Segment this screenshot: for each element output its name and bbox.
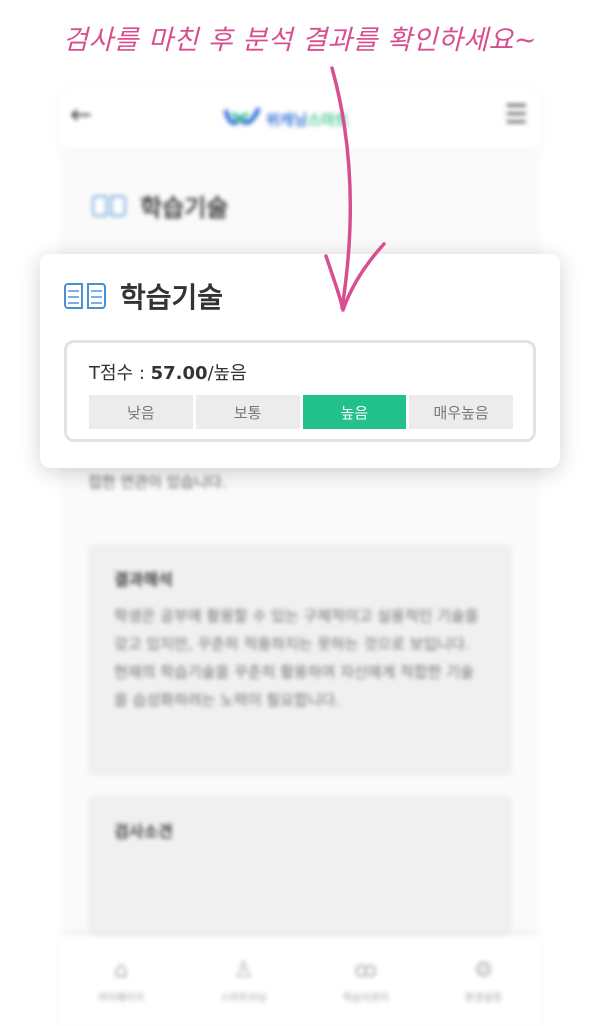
logo-mark-icon (224, 107, 260, 126)
level-very-high[interactable]: 매우높음 (409, 395, 513, 429)
person-icon: ♙ (233, 958, 254, 983)
people-icon: ꝏ (354, 958, 377, 983)
background-app-screen: ← 위캐닝스마트 ☰ 학습기술 접한 연관이 있습니다. 결과해석 학생은 공부… (60, 88, 540, 1026)
result-interpretation-card: 결과해석 학생은 공부에 활용할 수 있는 구체적이고 실용적인 기술을 갖고 … (88, 544, 512, 776)
nav-item-settings[interactable]: ⚙ 환경설정 (465, 958, 502, 1004)
app-header: ← 위캐닝스마트 ☰ (60, 88, 540, 150)
logo-text-a: 위캐닝 (266, 110, 308, 129)
test-opinion-card: 검사소견 (88, 796, 512, 936)
score-box: T점수 : 57.00/높음 낮음 보통 높음 매우높음 (64, 340, 536, 442)
t-score-level: /높음 (207, 363, 247, 384)
nav-item-mypage[interactable]: ⌂ 마이페이지 (98, 958, 144, 1004)
nav-item-learner-management[interactable]: ꝏ 학습자관리 (343, 958, 389, 1004)
headline-instruction: 검사를 마친 후 분석 결과를 확인하세요~ (63, 25, 537, 56)
t-score-label: T점수 : (89, 363, 151, 384)
result-card-body: 학생은 공부에 활용할 수 있는 구체적이고 실용적인 기술을 갖고 있지만, … (114, 607, 479, 709)
book-icon (92, 194, 126, 218)
result-card-header: 학습기술 (64, 276, 223, 316)
level-average[interactable]: 보통 (195, 395, 300, 429)
home-icon: ⌂ (114, 958, 129, 983)
t-score-value: 57.00 (150, 363, 208, 384)
back-arrow-icon[interactable]: ← (70, 100, 92, 130)
section-description: 접한 연관이 있습니다. (88, 473, 227, 491)
gear-icon: ⚙ (473, 958, 494, 983)
level-low[interactable]: 낮음 (89, 395, 193, 429)
t-score-line: T점수 : 57.00/높음 (89, 359, 247, 385)
level-scale: 낮음 보통 높음 매우높음 (89, 395, 513, 429)
result-card-title: 결과해석 (114, 570, 173, 589)
opinion-card-title: 검사소견 (114, 822, 173, 841)
open-book-icon (64, 281, 106, 311)
result-card-title: 학습기술 (120, 281, 224, 314)
hamburger-menu-icon[interactable]: ☰ (505, 100, 528, 130)
nav-item-smartlearning[interactable]: ♙ 스마트러닝 (220, 958, 266, 1004)
section-title: 학습기술 (88, 188, 228, 223)
bottom-navigation: ⌂ 마이페이지 ♙ 스마트러닝 ꝏ 학습자관리 ⚙ 환경설정 (60, 936, 540, 1026)
level-high[interactable]: 높음 (302, 395, 407, 429)
score-result-card: 학습기술 T점수 : 57.00/높음 낮음 보통 높음 매우높음 (40, 254, 560, 468)
logo-text-b: 스마트 (307, 110, 349, 129)
app-logo: 위캐닝스마트 (224, 104, 349, 134)
